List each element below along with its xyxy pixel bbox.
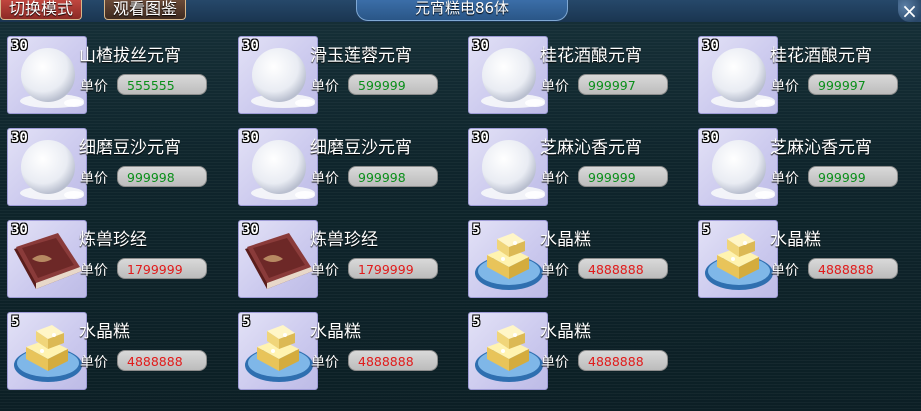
item-slot[interactable]: 5 [698,220,778,298]
item-slot[interactable]: 30 [468,36,548,114]
item-name: 炼兽珍经 [310,230,378,250]
price-value: 999997 [578,74,668,95]
item-count: 30 [702,130,719,146]
item-count: 5 [11,314,20,330]
price-value: 555555 [117,74,207,95]
item-slot[interactable]: 30 [698,128,778,206]
price-value: 1799999 [348,258,438,279]
shop-item[interactable]: 5 水晶糕单价 4888888 [461,218,686,298]
item-count: 5 [472,314,481,330]
item-name: 桂花酒酿元宵 [540,46,642,66]
item-slot[interactable]: 5 [7,312,87,390]
item-name: 水晶糕 [79,322,130,342]
price-value: 1799999 [117,258,207,279]
shop-item[interactable]: 30 炼兽珍经单价 1799999 [231,218,456,298]
shop-item[interactable]: 30 炼兽珍经单价 1799999 [0,218,225,298]
shop-item[interactable]: 30 细磨豆沙元宵单价 999998 [0,126,225,206]
price-value: 999997 [808,74,898,95]
item-name: 滑玉莲蓉元宵 [310,46,412,66]
item-name: 水晶糕 [540,322,591,342]
price-label: 单价 [541,263,569,279]
price-label: 单价 [80,171,108,187]
item-count: 30 [11,222,28,238]
price-label: 单价 [541,79,569,95]
price-label: 单价 [311,355,339,371]
price-label: 单价 [771,79,799,95]
item-name: 水晶糕 [310,322,361,342]
item-slot[interactable]: 30 [7,36,87,114]
shop-item[interactable]: 5 水晶糕单价 4888888 [691,218,916,298]
item-slot[interactable]: 30 [698,36,778,114]
price-label: 单价 [80,355,108,371]
item-name: 细磨豆沙元宵 [310,138,412,158]
price-label: 单价 [80,263,108,279]
shop-item[interactable]: 30 桂花酒酿元宵单价 999997 [461,34,686,114]
item-slot[interactable]: 30 [238,128,318,206]
price-label: 单价 [311,171,339,187]
item-slot[interactable]: 5 [468,220,548,298]
price-value: 4888888 [578,258,668,279]
price-label: 单价 [771,263,799,279]
price-value: 999999 [578,166,668,187]
close-icon[interactable]: × [898,0,921,22]
price-label: 单价 [311,263,339,279]
price-value: 4888888 [348,350,438,371]
item-slot[interactable]: 30 [238,36,318,114]
price-value: 599999 [348,74,438,95]
item-name: 水晶糕 [770,230,821,250]
shop-item[interactable]: 30 桂花酒酿元宵单价 999997 [691,34,916,114]
item-name: 炼兽珍经 [79,230,147,250]
shop-item[interactable]: 5 水晶糕单价 4888888 [461,310,686,390]
price-value: 999998 [348,166,438,187]
shop-item[interactable]: 30 滑玉莲蓉元宵单价 599999 [231,34,456,114]
item-name: 细磨豆沙元宵 [79,138,181,158]
price-label: 单价 [311,79,339,95]
price-label: 单价 [771,171,799,187]
item-name: 水晶糕 [540,230,591,250]
price-value: 4888888 [808,258,898,279]
item-name: 桂花酒酿元宵 [770,46,872,66]
price-value: 999999 [808,166,898,187]
switch-mode-button[interactable]: 切换模式 [0,0,83,20]
item-count: 30 [242,130,259,146]
price-label: 单价 [541,171,569,187]
shop-item[interactable]: 30 芝麻沁香元宵单价 999999 [461,126,686,206]
item-name: 芝麻沁香元宵 [770,138,872,158]
price-value: 999998 [117,166,207,187]
shop-item[interactable]: 30 山楂拔丝元宵单价 555555 [0,34,225,114]
item-count: 5 [472,222,481,238]
item-slot[interactable]: 30 [7,128,87,206]
view-gallery-button[interactable]: 观看图鉴 [104,0,187,20]
item-slot[interactable]: 30 [238,220,318,298]
item-count: 30 [702,38,719,54]
price-value: 4888888 [578,350,668,371]
shop-item[interactable]: 30 芝麻沁香元宵单价 999999 [691,126,916,206]
item-name: 芝麻沁香元宵 [540,138,642,158]
item-count: 5 [702,222,711,238]
price-value: 4888888 [117,350,207,371]
item-count: 30 [242,222,259,238]
shop-item[interactable]: 5 水晶糕单价 4888888 [231,310,456,390]
price-label: 单价 [541,355,569,371]
item-slot[interactable]: 5 [468,312,548,390]
item-name: 山楂拔丝元宵 [79,46,181,66]
item-count: 30 [472,130,489,146]
item-count: 30 [11,38,28,54]
item-count: 30 [11,130,28,146]
item-slot[interactable]: 5 [238,312,318,390]
item-count: 30 [472,38,489,54]
item-count: 30 [242,38,259,54]
price-label: 单价 [80,79,108,95]
shop-item[interactable]: 30 细磨豆沙元宵单价 999998 [231,126,456,206]
shop-item[interactable]: 5 水晶糕单价 4888888 [0,310,225,390]
item-slot[interactable]: 30 [468,128,548,206]
item-count: 5 [242,314,251,330]
panel-title: 元宵糕电86体 [356,0,568,21]
shop-panel: 切换模式 观看图鉴 元宵糕电86体 × 30 山楂拔丝元宵单价 555555 30 滑玉… [0,0,921,411]
item-slot[interactable]: 30 [7,220,87,298]
